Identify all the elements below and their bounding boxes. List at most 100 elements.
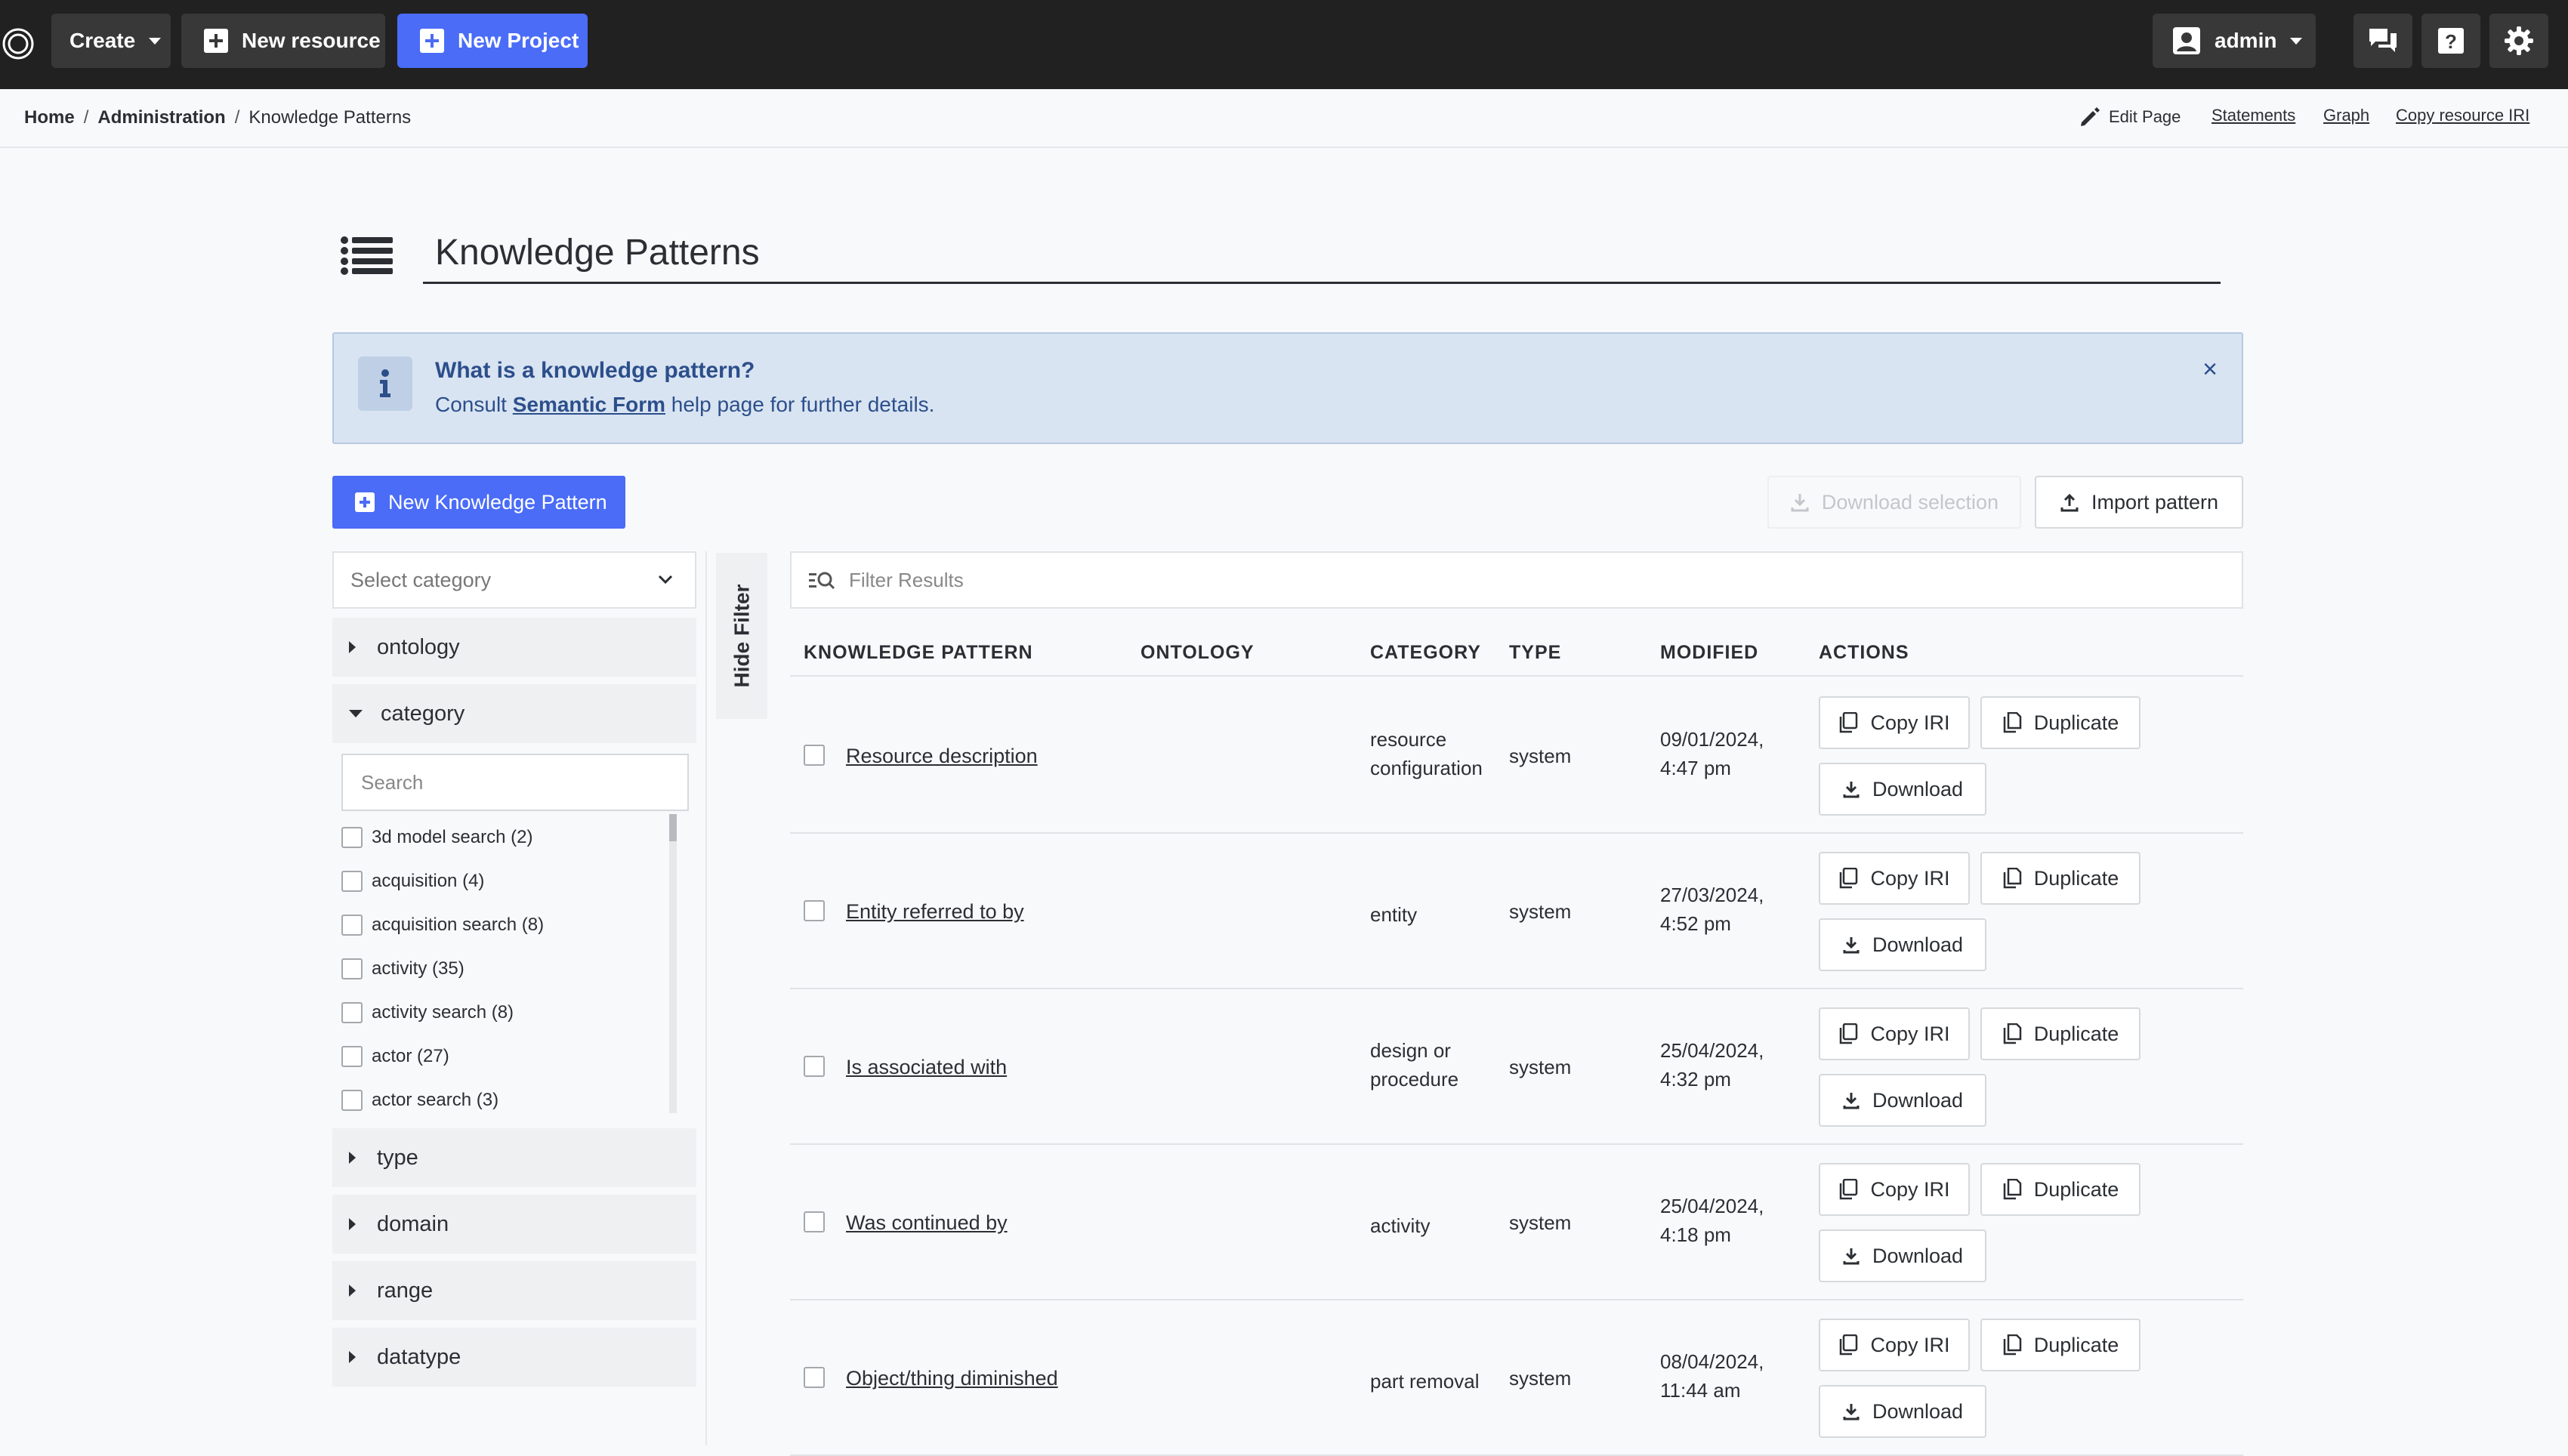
- copy-iri-button[interactable]: Copy IRI: [1819, 1163, 1970, 1216]
- row-checkbox[interactable]: [804, 1056, 825, 1077]
- pattern-name-link[interactable]: Was continued by: [846, 1211, 1008, 1235]
- pattern-name-link[interactable]: Is associated with: [846, 1056, 1007, 1079]
- row-checkbox[interactable]: [804, 1211, 825, 1232]
- download-label: Download: [1872, 933, 1964, 956]
- checkbox[interactable]: [341, 915, 363, 936]
- plus-square-icon: [204, 29, 228, 53]
- download-button[interactable]: Download: [1819, 1385, 1986, 1438]
- breadcrumb-administration[interactable]: Administration: [97, 107, 225, 128]
- column-header[interactable]: KNOWLEDGE PATTERN: [804, 642, 1033, 664]
- copy-iri-label: Copy IRI: [1870, 1177, 1950, 1201]
- duplicate-button[interactable]: Duplicate: [1980, 696, 2141, 749]
- filter-results-input[interactable]: Filter Results: [790, 551, 2243, 609]
- list-item[interactable]: acquisition (4): [341, 859, 484, 903]
- pattern-name-link[interactable]: Entity referred to by: [846, 900, 1024, 924]
- copy-icon: [1838, 712, 1858, 733]
- pattern-name-link[interactable]: Object/thing diminished: [846, 1367, 1058, 1390]
- graph-link[interactable]: Graph: [2323, 106, 2369, 125]
- app-logo-icon[interactable]: [2, 27, 35, 60]
- hide-filter-button[interactable]: Hide Filter: [716, 553, 767, 719]
- duplicate-button[interactable]: Duplicate: [1980, 852, 2141, 905]
- select-category-dropdown[interactable]: Select category: [332, 551, 696, 609]
- row-checkbox[interactable]: [804, 900, 825, 921]
- download-icon: [1842, 1247, 1860, 1265]
- copy-icon: [1838, 1023, 1858, 1044]
- facet-range[interactable]: range: [332, 1261, 696, 1320]
- download-button[interactable]: Download: [1819, 1229, 1986, 1282]
- checkbox[interactable]: [341, 1090, 363, 1111]
- copy-iri-button[interactable]: Copy IRI: [1819, 1319, 1970, 1371]
- new-resource-button[interactable]: New resource: [181, 14, 385, 68]
- column-header[interactable]: ONTOLOGY: [1140, 642, 1255, 664]
- category-scrollbar[interactable]: [669, 814, 677, 1113]
- modified-time: 4:47 pm: [1660, 757, 1731, 779]
- column-header[interactable]: CATEGORY: [1370, 642, 1481, 664]
- category-search-input[interactable]: Search: [341, 754, 689, 811]
- download-selection-button[interactable]: Download selection: [1767, 476, 2021, 529]
- duplicate-button[interactable]: Duplicate: [1980, 1319, 2141, 1371]
- list-item[interactable]: actor (27): [341, 1035, 449, 1078]
- filter-placeholder: Filter Results: [849, 569, 964, 591]
- row-checkbox[interactable]: [804, 745, 825, 766]
- column-header[interactable]: TYPE: [1509, 642, 1561, 664]
- list-item[interactable]: activity (35): [341, 947, 465, 991]
- copy-iri-button[interactable]: Copy IRI: [1819, 1007, 1970, 1060]
- facet-datatype[interactable]: datatype: [332, 1328, 696, 1387]
- help-button[interactable]: ?: [2421, 14, 2480, 68]
- duplicate-button[interactable]: Duplicate: [1980, 1007, 2141, 1060]
- scrollbar-thumb[interactable]: [669, 814, 677, 841]
- chat-button[interactable]: [2353, 14, 2412, 68]
- pattern-modified: 08/04/2024, 11:44 am: [1660, 1347, 1764, 1405]
- duplicate-label: Duplicate: [2033, 1177, 2119, 1201]
- list-item[interactable]: actor search (3): [341, 1078, 498, 1118]
- facet-ontology[interactable]: ontology: [332, 618, 696, 677]
- category-item-label: acquisition search (8): [372, 915, 545, 935]
- caret-down-icon: [2290, 37, 2303, 45]
- row-checkbox[interactable]: [804, 1367, 825, 1388]
- category-search-placeholder: Search: [361, 771, 424, 794]
- user-label: admin: [2215, 29, 2277, 52]
- table-header: KNOWLEDGE PATTERN ONTOLOGY CATEGORY TYPE…: [790, 631, 2243, 677]
- facet-category[interactable]: category: [332, 684, 696, 743]
- breadcrumb: Home / Administration / Knowledge Patter…: [24, 107, 411, 128]
- download-icon: [1842, 780, 1860, 798]
- help-icon: ?: [2438, 28, 2464, 54]
- semantic-form-link[interactable]: Semantic Form: [513, 393, 665, 416]
- duplicate-button[interactable]: Duplicate: [1980, 1163, 2141, 1216]
- modified-date: 08/04/2024,: [1660, 1350, 1764, 1373]
- checkbox[interactable]: [341, 1046, 363, 1067]
- duplicate-label: Duplicate: [2033, 711, 2119, 734]
- column-header[interactable]: MODIFIED: [1660, 642, 1758, 664]
- download-button[interactable]: Download: [1819, 1074, 1986, 1127]
- checkbox[interactable]: [341, 1002, 363, 1023]
- close-icon[interactable]: ×: [2202, 355, 2218, 384]
- category-item-label: actor (27): [372, 1046, 449, 1066]
- settings-button[interactable]: [2489, 14, 2548, 68]
- copy-iri-button[interactable]: Copy IRI: [1819, 852, 1970, 905]
- facet-domain[interactable]: domain: [332, 1195, 696, 1254]
- download-button[interactable]: Download: [1819, 763, 1986, 816]
- pattern-name-link[interactable]: Resource description: [846, 745, 1038, 768]
- import-pattern-button[interactable]: Import pattern: [2035, 476, 2243, 529]
- breadcrumb-home[interactable]: Home: [24, 107, 75, 128]
- duplicate-icon: [2002, 712, 2022, 733]
- download-button[interactable]: Download: [1819, 918, 1986, 971]
- list-item[interactable]: 3d model search (2): [341, 816, 532, 859]
- facet-type[interactable]: type: [332, 1128, 696, 1187]
- create-dropdown-button[interactable]: Create: [51, 14, 171, 68]
- list-item[interactable]: acquisition search (8): [341, 903, 544, 947]
- edit-page-link[interactable]: Edit Page: [2079, 106, 2181, 128]
- copy-resource-iri-link[interactable]: Copy resource IRI: [2396, 106, 2529, 125]
- new-project-button[interactable]: New Project: [397, 14, 588, 68]
- new-knowledge-pattern-button[interactable]: New Knowledge Pattern: [332, 476, 625, 529]
- statements-link[interactable]: Statements: [2212, 106, 2295, 125]
- list-item[interactable]: activity search (8): [341, 991, 514, 1035]
- checkbox[interactable]: [341, 958, 363, 979]
- checkbox[interactable]: [341, 871, 363, 892]
- copy-icon: [1838, 1334, 1858, 1356]
- user-menu-button[interactable]: admin: [2153, 14, 2316, 68]
- download-icon: [1842, 1402, 1860, 1421]
- create-label: Create: [69, 29, 136, 52]
- copy-iri-button[interactable]: Copy IRI: [1819, 696, 1970, 749]
- checkbox[interactable]: [341, 827, 363, 848]
